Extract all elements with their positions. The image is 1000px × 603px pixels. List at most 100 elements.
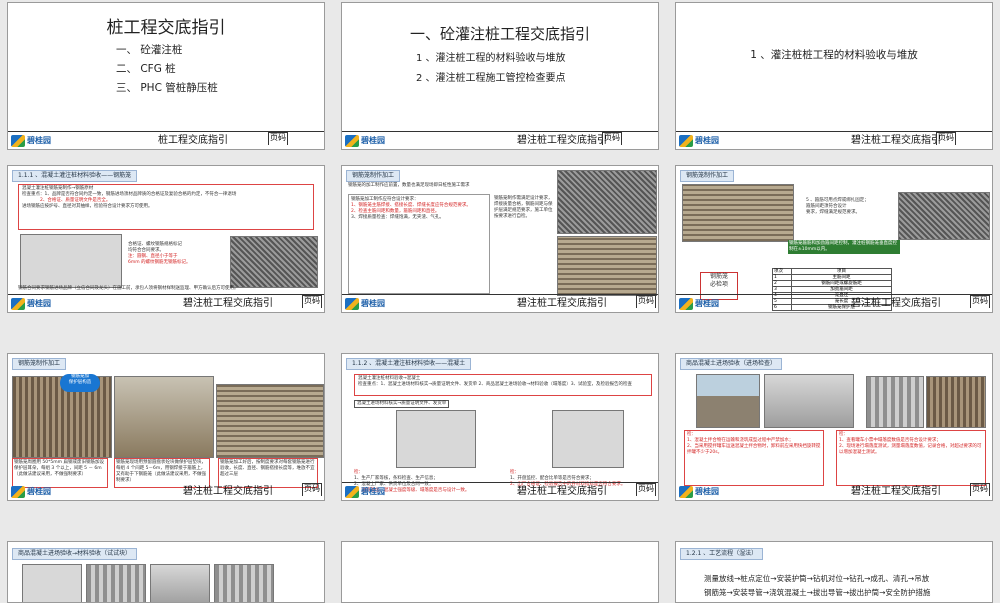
slide-9[interactable]: 商品混凝土进场验收（进场检查） 检： 1、混凝土拌合物在运输和浇筑成型过程中严禁… [675,353,993,501]
page-box: 页码 [602,132,622,145]
brand-logo: 碧桂园 [679,135,734,147]
slide-11[interactable] [341,541,659,603]
footer-title: 碧注桩工程交底指引 [851,298,941,309]
requirements-box: 钢筋笼加工制作应符合设计要求： 1、钢筋笼主筋焊接、搭接长度、焊缝长度应符合规范… [348,194,490,294]
footer-title: 碧注桩工程交底指引 [851,486,941,497]
slide-header: 1.2.1 、工艺流程（湿法） [680,548,764,560]
logo-icon [11,135,25,147]
cage-photo [557,170,657,234]
brand-logo: 碧桂园 [345,135,400,147]
logo-icon [11,298,25,310]
page-box: 页码 [636,483,656,496]
truck-photo [696,374,760,428]
slide-header: 钢筋笼制作加工 [346,170,401,182]
toc-item: 1 、灌注桩工程的材料验收与堆放 [416,53,566,64]
cage-photo [682,184,794,242]
slide-footer: 碧桂园 碧注桩工程交底指引 页码 [342,482,658,500]
brand-logo: 碧桂园 [11,135,66,147]
page-box: 页码 [302,295,322,308]
slide-7[interactable]: 钢筋笼制作加工 钢筋笼加 保护层构造 钢筋笼周圈用 50*5mm 扁钢或废旧钢筋… [7,353,325,501]
weld-notes: 5 、箍筋可用点焊或绑扎固定； 箍筋间距须符合设计 要求，焊缝满足规范要求。 [806,198,869,215]
footer-title: 碧注桩工程交底指引 [517,135,607,146]
slide-10[interactable]: 商品混凝土进场验收→材料验收（试试块） [7,541,325,603]
notes-left: 检： 1、混凝土拌合物在运输和浇筑成型过程中严禁加水； 2、当采用搅拌罐车运送混… [684,430,824,486]
page-box: 页码 [302,483,322,496]
slide-title: 一、砼灌注桩工程交底指引 [409,25,590,43]
rebar-photo [230,236,318,288]
slide-3[interactable]: 1 、灌注桩桩工程的材料验收与堆放 碧桂园 碧注桩工程交底指引 页码 [675,2,993,150]
notes-right: 检： 1、查看罐车小票中塌落度数值是否符合设计要求； 2、现场进行塌落度测试，测… [836,430,986,486]
cage-photo [114,376,214,458]
toc-item: 一、 砼灌注桩 [116,44,183,56]
page-box: 页码 [268,132,288,145]
certificate-photo [20,234,122,288]
footer-title: 碧注桩工程交底指引 [851,135,941,146]
footer-title: 碧注桩工程交底指引 [183,486,273,497]
page-box: 页码 [636,295,656,308]
test-cube-photo [86,564,146,602]
slide-6[interactable]: 钢筋笼制作加工 5 、箍筋可用点焊或绑扎固定； 箍筋间距须符合设计 要求，焊缝满… [675,165,993,313]
process-flow: 测量放线→桩点定位→安装护筒→钻机对位→钻孔→成孔、清孔→吊放 钢筋笼→安装导管… [704,574,931,597]
brand-logo: 碧桂园 [11,298,66,310]
slump-test-photo [866,376,924,428]
toc-list: 一、 砼灌注桩 二、 CFG 桩 三、 PHC 管桩静压桩 [116,41,218,98]
slide-footer: 碧桂园 碧注桩工程交底指引 页码 [676,483,992,500]
slide-5[interactable]: 钢筋笼制作加工 钢筋笼的加工制作应前置，数量也满足现场即日桩性施工需求 钢筋笼加… [341,165,659,313]
sub-header: 混凝土进场材料核实→质量证明文件、发货单 [354,400,450,408]
cage-photo [898,192,990,240]
slide-header: 1.1.2 、混凝土灌注桩材料验收——混凝土 [346,358,472,370]
slide-2[interactable]: 一、砼灌注桩工程交底指引 1 、灌注桩工程的材料验收与堆放 2 、灌注桩工程施工… [341,2,659,150]
page-box: 页码 [936,132,956,145]
page-box: 页码 [970,483,990,496]
brand-logo: 碧桂园 [679,486,734,498]
inspection-box: 混凝土灌注桩钢筋笼制作→钢筋原材 检查重点：1、品牌是否符合同约定一致，钢筋进场… [18,184,314,230]
toc-item: 2 、灌注桩工程施工管控检查要点 [416,73,566,84]
test-cube-photo [22,564,82,602]
slide-header: 1.1.1 、混凝土灌注桩材料验收——钢筋笼 [12,170,138,182]
footer-title: 桩工程交底指引 [158,135,228,146]
slide-footer: 碧桂园 碧注桩工程交底指引 页码 [8,294,324,312]
slide-8[interactable]: 1.1.2 、混凝土灌注桩材料验收——混凝土 混凝土灌注桩材料验收→混凝土 检查… [341,353,659,501]
footer-title: 碧注桩工程交底指引 [183,298,273,309]
callout-bubble: 钢筋笼加 保护层构造 [60,374,100,392]
brand-logo: 碧桂园 [345,298,400,310]
certificate-note: 合格证、螺纹钢筋规格标记 均符合合同要求。 注：圆钢、直径小于等于 6mm 的螺… [128,242,191,265]
inspection-box: 混凝土灌注桩材料验收→混凝土 检查重点：1、混凝土进场材料核实→质量证明文件、发… [354,374,652,396]
logo-icon [679,135,693,147]
toc-list: 1 、灌注桩工程的材料验收与堆放 2 、灌注桩工程施工管控检查要点 [416,49,566,89]
slide-footer: 碧桂园 碧注桩工程交底指引 页码 [342,131,658,149]
footer-title: 碧注桩工程交底指引 [517,298,607,309]
slide-intro: 钢筋笼的加工制作应前置，数量也满足现场即日桩性施工需求 [348,183,470,188]
logo-icon [679,298,693,310]
slide-header: 商品混凝土进场验收（进场检查） [680,358,783,370]
slump-test-photo [926,376,986,428]
test-cube-photo [214,564,274,602]
cage-photo [557,236,657,296]
logo-icon [345,486,359,498]
slide-12[interactable]: 1.2.1 、工艺流程（湿法） 测量放线→桩点定位→安装护筒→钻机对位→钻孔→成… [675,541,993,603]
document-photo [396,410,476,468]
slide-header: 商品混凝土进场验收→材料验收（试试块） [12,548,138,560]
bottom-note: 钢筋合同要求钢筋进场品牌（立信合同及龙头）在施工前，承包人须将钢材样制送监理、甲… [18,286,239,291]
slide-footer: 碧桂园 桩工程交底指引 页码 [8,131,324,149]
brand-logo: 碧桂园 [11,486,66,498]
slide-header: 钢筋笼制作加工 [12,358,67,370]
slide-footer: 碧桂园 碧注桩工程交底指引 页码 [676,131,992,149]
cage-photo [216,384,324,458]
slide-footer: 碧桂园 碧注桩工程交底指引 页码 [676,294,992,312]
toc-item: 二、 CFG 桩 [116,63,176,75]
truck-photo [764,374,854,428]
page-box: 页码 [970,295,990,308]
slide-footer: 碧桂园 碧注桩工程交底指引 页码 [342,294,658,312]
slide-1[interactable]: 桩工程交底指引 一、 砼灌注桩 二、 CFG 桩 三、 PHC 管桩静压桩 碧桂… [7,2,325,150]
logo-icon [679,486,693,498]
logo-icon [345,135,359,147]
callout: 钢筋笼箍筋和加劲箍间距控制，灌注桩钢筋笼垂直度控制在±10mm以内。 [788,240,900,254]
slide-title: 桩工程交底指引 [106,18,226,38]
document-photo [552,410,624,468]
brand-logo: 碧桂园 [679,298,734,310]
test-cube-photo [150,564,210,602]
slide-4[interactable]: 1.1.1 、混凝土灌注桩材料验收——钢筋笼 混凝土灌注桩钢筋笼制作→钢筋原材 … [7,165,325,313]
brand-logo: 碧桂园 [345,486,400,498]
logo-icon [345,298,359,310]
